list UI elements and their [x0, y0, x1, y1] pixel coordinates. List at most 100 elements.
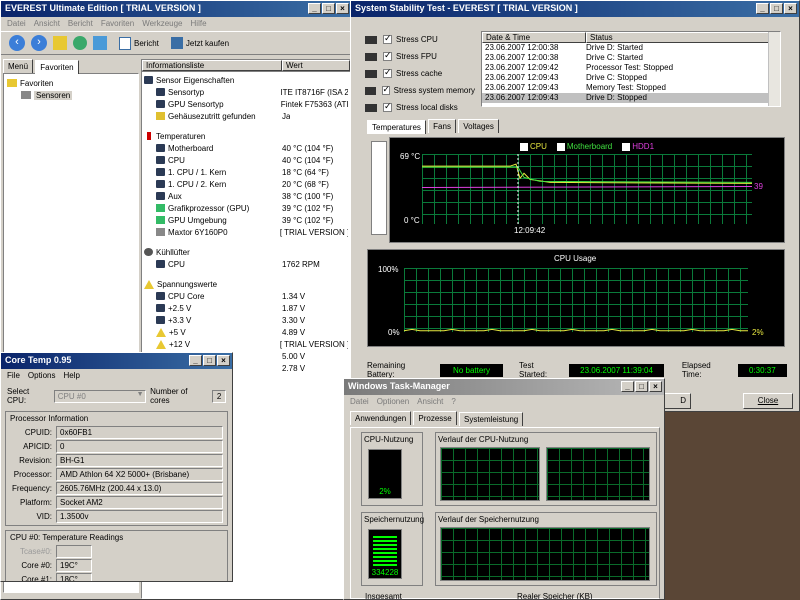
sensor-label-cell: CPU	[144, 156, 282, 165]
checkbox[interactable]	[383, 50, 392, 61]
sensor-row[interactable]: +12 V [ TRIAL VERSION ]	[144, 338, 348, 350]
coretemp-titlebar[interactable]: Core Temp 0.95 _ □ ×	[1, 353, 232, 369]
log-row[interactable]: 23.06.2007 12:09:43 Drive D: Stopped	[482, 93, 780, 103]
left-tabs: Menü Favoriten	[3, 59, 139, 74]
stress-option[interactable]: Stress CPU	[365, 31, 475, 48]
report-icon	[119, 36, 131, 50]
section-header: Temperaturen	[144, 130, 348, 142]
checkbox[interactable]	[383, 67, 392, 78]
menu-hilfe[interactable]: Hilfe	[191, 19, 207, 29]
sensor-row[interactable]: GPU Umgebung 39 °C (102 °F)	[144, 214, 348, 226]
close-dialog-button[interactable]: Close	[743, 393, 793, 409]
menu-options[interactable]: Options	[28, 371, 56, 381]
chip-icon	[156, 316, 165, 324]
log-col-time[interactable]: Date & Time	[482, 32, 586, 43]
sensor-row[interactable]: Aux 38 °C (100 °F)	[144, 190, 348, 202]
maximize-button[interactable]: □	[770, 3, 783, 14]
minimize-button[interactable]: _	[756, 3, 769, 14]
menu-datei[interactable]: Datei	[7, 19, 26, 29]
menu-datei[interactable]: Datei	[350, 397, 369, 407]
everest-titlebar[interactable]: EVEREST Ultimate Edition [ TRIAL VERSION…	[1, 1, 351, 17]
checkbox[interactable]	[381, 84, 390, 95]
sensor-row[interactable]: GPU Sensortyp Fintek F75363 (ATI	[144, 98, 348, 110]
sensor-row[interactable]: +3.3 V 3.30 V	[144, 314, 348, 326]
log-status: Drive D: Stopped	[586, 93, 647, 102]
log-row[interactable]: 23.06.2007 12:09:43 Drive C: Stopped	[482, 73, 780, 83]
sensor-row[interactable]: Grafikprozessor (GPU) 39 °C (102 °F)	[144, 202, 348, 214]
tab-voltages[interactable]: Voltages	[458, 119, 499, 133]
log-row[interactable]: 23.06.2007 12:09:42 Processor Test: Stopp…	[482, 63, 780, 73]
stress-options: Stress CPU Stress FPU Stress cache Stress s…	[365, 31, 475, 116]
sensor-row[interactable]: Maxtor 6Y160P0 [ TRIAL VERSION ]	[144, 226, 348, 238]
log-col-status[interactable]: Status	[586, 32, 780, 43]
close-button[interactable]: ×	[336, 3, 349, 14]
sensor-row[interactable]: +5 V 4.89 V	[144, 326, 348, 338]
menu-file[interactable]: File	[7, 371, 20, 381]
tab-systemleistung[interactable]: Systemleistung	[458, 412, 524, 426]
menu-ansicht[interactable]: Ansicht	[34, 19, 60, 29]
core-temp-row: Core #0: 19C°	[10, 558, 223, 572]
sensor-row[interactable]: CPU 40 °C (104 °F)	[144, 154, 348, 166]
menu-help[interactable]: Help	[63, 371, 79, 381]
disk-icon	[365, 103, 377, 112]
log-scrollbar[interactable]	[768, 32, 780, 106]
users-icon[interactable]	[93, 36, 107, 50]
tab-favoriten[interactable]: Favoriten	[35, 60, 79, 74]
checkbox[interactable]	[383, 101, 392, 112]
menu-optionen[interactable]: Optionen	[377, 397, 409, 407]
minimize-button[interactable]: _	[189, 355, 202, 366]
taskmgr-titlebar[interactable]: Windows Task-Manager _ □ ×	[344, 379, 664, 395]
close-button[interactable]: ×	[649, 381, 662, 392]
report-button[interactable]: Bericht	[119, 36, 159, 50]
log-rows: 23.06.2007 12:00:38 Drive D: Started 23.06…	[482, 43, 780, 103]
tab-prozesse[interactable]: Prozesse	[413, 411, 457, 425]
back-icon[interactable]: ‹	[9, 35, 25, 51]
close-button[interactable]: ×	[784, 3, 797, 14]
maximize-button[interactable]: □	[203, 355, 216, 366]
stability-titlebar[interactable]: System Stability Test - EVEREST [ TRIAL …	[351, 1, 799, 17]
maximize-button[interactable]: □	[635, 381, 648, 392]
log-row[interactable]: 23.06.2007 12:00:38 Drive D: Started	[482, 43, 780, 53]
menu-bericht[interactable]: Bericht	[68, 19, 93, 29]
checkbox[interactable]	[383, 33, 392, 44]
cpu-select[interactable]: CPU #0 ▼	[53, 389, 147, 403]
close-button[interactable]: ×	[217, 355, 230, 366]
temp-slider[interactable]	[371, 141, 387, 235]
sensor-row[interactable]: CPU Core 1.34 V	[144, 290, 348, 302]
log-row[interactable]: 23.06.2007 12:00:38 Drive C: Started	[482, 53, 780, 63]
tab-fans[interactable]: Fans	[428, 119, 456, 133]
cpu-meter: 2%	[368, 449, 402, 499]
maximize-button[interactable]: □	[322, 3, 335, 14]
tree-root[interactable]: Favoriten	[7, 77, 135, 89]
col-value[interactable]: Wert	[282, 60, 350, 71]
minimize-button[interactable]: _	[621, 381, 634, 392]
col-info[interactable]: Informationsliste	[142, 60, 282, 71]
sensor-row[interactable]: CPU 1762 RPM	[144, 258, 348, 270]
tree-child[interactable]: Sensoren	[7, 89, 135, 101]
minimize-button[interactable]: _	[308, 3, 321, 14]
up-icon[interactable]	[53, 36, 67, 50]
menu-werkzeuge[interactable]: Werkzeuge	[142, 19, 182, 29]
stress-option[interactable]: Stress cache	[365, 65, 475, 82]
tab-anwendungen[interactable]: Anwendungen	[350, 411, 412, 425]
forward-icon[interactable]: ›	[31, 35, 47, 51]
buy-button[interactable]: Jetzt kaufen	[170, 37, 229, 49]
usage-end-label: 2%	[752, 328, 764, 337]
sensor-row[interactable]: Gehäusezutritt gefunden Ja	[144, 110, 348, 122]
stress-option[interactable]: Stress system memory	[365, 82, 475, 99]
sensor-row[interactable]: 1. CPU / 1. Kern 18 °C (64 °F)	[144, 166, 348, 178]
sensor-row[interactable]: Sensortyp ITE IT8716F (ISA 2	[144, 86, 348, 98]
tab-menu[interactable]: Menü	[3, 59, 34, 73]
sensor-row[interactable]: Motherboard 40 °C (104 °F)	[144, 142, 348, 154]
menu-favoriten[interactable]: Favoriten	[101, 19, 134, 29]
refresh-icon[interactable]	[73, 36, 87, 50]
log-row[interactable]: 23.06.2007 12:09:43 Memory Test: Stopped	[482, 83, 780, 93]
stress-option[interactable]: Stress local disks	[365, 99, 475, 116]
menu-help[interactable]: ?	[451, 397, 455, 407]
sensor-row[interactable]: +2.5 V 1.87 V	[144, 302, 348, 314]
chevron-down-icon: ▼	[135, 390, 146, 402]
menu-ansicht[interactable]: Ansicht	[417, 397, 443, 407]
tab-temperatures[interactable]: Temperatures	[367, 120, 426, 134]
stress-option[interactable]: Stress FPU	[365, 48, 475, 65]
sensor-row[interactable]: 1. CPU / 2. Kern 20 °C (68 °F)	[144, 178, 348, 190]
